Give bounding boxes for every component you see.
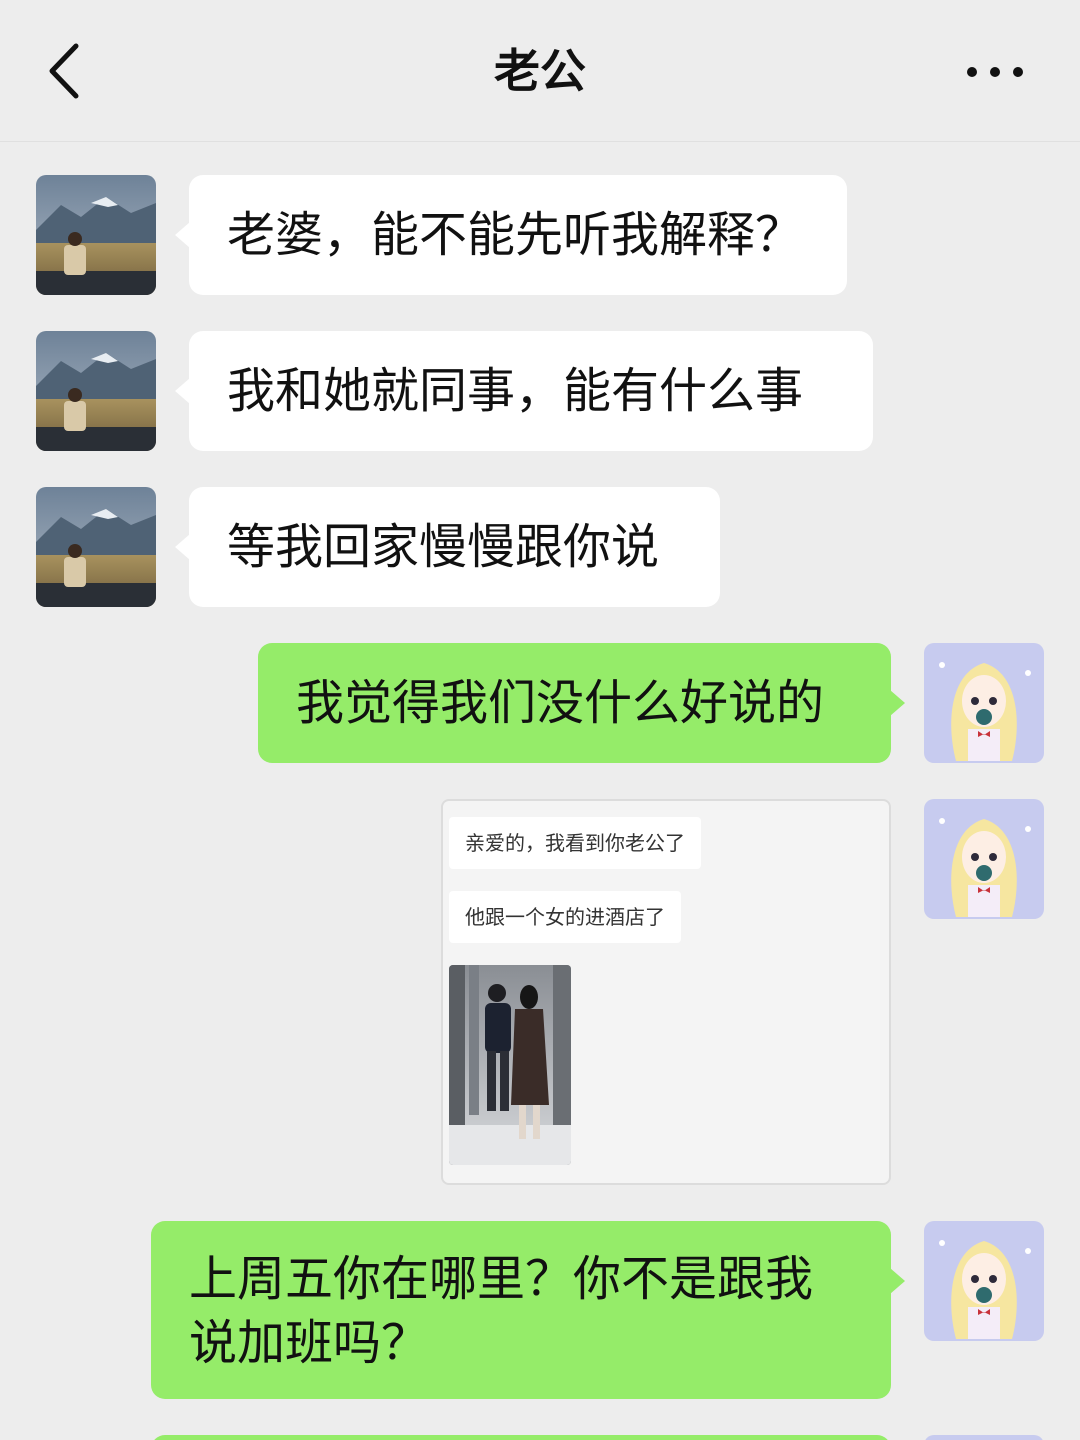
screenshot-text: 亲爱的，我看到你老公了 [449,817,701,869]
more-button[interactable] [960,50,1030,94]
my-avatar[interactable] [924,799,1044,919]
message-text: 等我回家慢慢跟你说 [227,519,660,575]
message-text: 我和她就同事，能有什么事 [227,363,804,419]
chevron-left-icon [49,43,79,99]
my-avatar[interactable] [924,643,1044,763]
message-text: 我觉得我们没什么好说的 [296,675,825,731]
more-dots-icon [967,67,1023,77]
message-bubble[interactable] [151,1435,891,1440]
chat-area[interactable]: 老婆，能不能先听我解释？ 我和她就同事，能有什么事 等我回家慢慢跟你说 我觉得我… [0,143,1080,1440]
screenshot-image-message[interactable]: 亲爱的，我看到你老公了 他跟一个女的进酒店了 [441,799,891,1185]
back-button[interactable] [40,36,100,106]
message-text: 老婆，能不能先听我解释？ [227,207,804,263]
my-avatar[interactable] [924,1435,1044,1440]
chat-title: 老公 [494,44,586,98]
top-bar: 老公 [0,0,1080,142]
message-bubble[interactable]: 老婆，能不能先听我解释？ [175,175,847,295]
message-bubble[interactable]: 等我回家慢慢跟你说 [175,487,720,607]
hotel-photo [449,965,571,1165]
message-bubble[interactable]: 上周五你在哪里？你不是跟我 说加班吗？ [151,1221,905,1399]
bubble-tail [890,1268,905,1294]
message-text: 说加班吗？ [189,1315,430,1371]
my-avatar[interactable] [924,1221,1044,1341]
bubble-tail [175,534,190,560]
contact-avatar[interactable] [36,487,156,607]
contact-avatar[interactable] [36,331,156,451]
message-bubble[interactable]: 我觉得我们没什么好说的 [258,643,905,763]
bubble-tail [175,222,190,248]
message-bubble[interactable]: 我和她就同事，能有什么事 [175,331,873,451]
contact-avatar[interactable] [36,175,156,295]
bubble-tail [175,378,190,404]
bubble-tail [890,690,905,716]
screenshot-text: 他跟一个女的进酒店了 [449,891,681,943]
message-text: 上周五你在哪里？你不是跟我 [189,1251,814,1307]
